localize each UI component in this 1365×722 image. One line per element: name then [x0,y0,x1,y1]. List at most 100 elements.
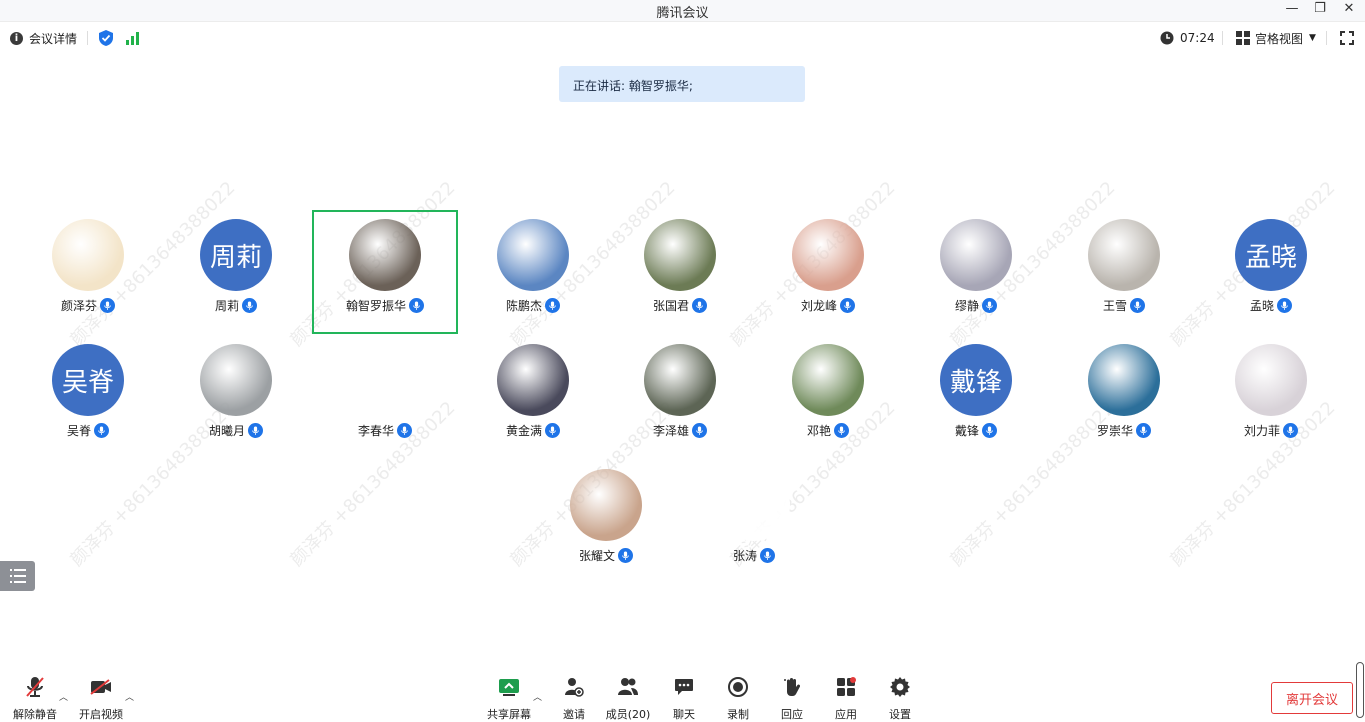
unmute-label: 解除静音 [13,708,57,721]
record-button[interactable]: 录制 [711,676,765,722]
avatar-photo [1088,344,1160,416]
participant-name: 刘力菲 [1243,424,1280,438]
participant-name-row: 罗崇华 [1051,422,1197,439]
participant-name-row: 陈鹏杰 [460,297,606,314]
timer-value: 07:24 [1180,31,1215,45]
window-title: 腾讯会议 [656,6,709,21]
mic-active-icon [982,423,997,438]
mic-active-icon [1136,423,1151,438]
participant-tile[interactable]: 缪静 [903,210,1049,334]
mic-active-icon [1283,423,1298,438]
participant-tile[interactable]: 吴脊 吴脊 [15,335,161,459]
mic-active-icon [409,298,424,313]
participant-name-row: 翰智罗振华 [312,297,458,314]
mic-active-icon [1277,298,1292,313]
avatar-photo [200,344,272,416]
participant-name-row: 张国君 [607,297,753,314]
reactions-label: 回应 [781,708,803,721]
avatar-photo [940,219,1012,291]
video-options-caret[interactable]: ︿ [125,690,134,703]
participant-name: 缪静 [954,299,979,313]
share-screen-label: 共享屏幕 [487,708,531,721]
participant-name: 张涛 [732,549,757,563]
participant-name-row: 戴锋 [903,422,1049,439]
participant-tile[interactable]: 刘力菲 [1198,335,1344,459]
close-button[interactable]: ✕ [1336,1,1362,16]
avatar-initials: 孟晓 [1235,219,1307,291]
participant-name: 孟晓 [1249,299,1274,313]
participant-name: 刘龙峰 [800,299,837,313]
participant-name-row: 颜泽芬 [15,297,161,314]
participant-tile[interactable]: 颜泽芬 [15,210,161,334]
chevron-down-icon: ▼ [1309,33,1316,43]
participant-name-row: 胡曦月 [163,422,309,439]
shield-check-icon[interactable] [99,29,113,47]
mic-active-icon [545,298,560,313]
participant-tile[interactable]: 张国君 [607,210,753,334]
participant-name-row: 吴脊 [15,422,161,439]
meeting-details-button[interactable]: i 会议详情 [10,29,77,47]
participant-tile[interactable]: 李泽雄 [607,335,753,459]
members-button[interactable]: 成员(20) [601,676,655,722]
list-icon [9,569,26,583]
participant-tile[interactable]: 黄金满 [460,335,606,459]
participant-name-row: 缪静 [903,297,1049,314]
toolbar-scroll-indicator[interactable] [1356,662,1364,718]
participant-tile[interactable]: 周莉 周莉 [163,210,309,334]
members-label: 成员(20) [605,708,651,721]
avatar-initials: 戴锋 [940,344,1012,416]
participant-name-row: 周莉 [163,297,309,314]
meeting-toolbar: 解除静音 ︿ 开启视频 ︿ 共享屏幕 ︿ 邀请 成员(20) 聊天 录制 回应 … [0,672,1365,722]
participant-name: 黄金满 [505,424,542,438]
participant-name-row: 刘力菲 [1198,422,1344,439]
avatar-initials: 吴脊 [52,344,124,416]
participant-name: 胡曦月 [208,424,245,438]
unmute-button[interactable]: 解除静音 [8,676,62,722]
participant-name: 张耀文 [578,549,615,563]
reactions-button[interactable]: 回应 [765,676,819,722]
participant-name-row: 张涛 [681,547,827,564]
settings-label: 设置 [889,708,911,721]
participant-tile[interactable]: 张涛 [681,460,827,584]
participant-tile[interactable]: 李春华 [312,335,458,459]
active-speaker-banner: 正在讲话: 翰智罗振华; [559,66,805,102]
participant-tile[interactable]: 邓艳 [755,335,901,459]
mic-active-icon [94,423,109,438]
participant-name-row: 刘龙峰 [755,297,901,314]
share-options-caret[interactable]: ︿ [533,690,542,703]
mic-active-icon [840,298,855,313]
mic-active-icon [100,298,115,313]
mic-active-icon [397,423,412,438]
participant-list-toggle[interactable] [0,561,35,591]
participant-tile[interactable]: 王雪 [1051,210,1197,334]
restore-button[interactable]: ❐ [1307,1,1333,16]
leave-meeting-button[interactable]: 离开会议 [1271,682,1353,714]
signal-bars-icon[interactable] [126,29,141,47]
participant-tile[interactable]: 陈鹏杰 [460,210,606,334]
apps-button[interactable]: 应用 [819,676,873,722]
hand-wave-icon [780,676,804,698]
participant-tile[interactable]: 张耀文 [533,460,679,584]
meeting-timer: 07:24 [1160,29,1215,47]
participant-name: 李泽雄 [652,424,689,438]
minimize-button[interactable]: — [1279,1,1305,16]
fullscreen-icon[interactable] [1340,29,1354,47]
view-mode-dropdown[interactable]: 宫格视图 ▼ [1236,29,1316,47]
audio-options-caret[interactable]: ︿ [59,690,68,703]
settings-button[interactable]: 设置 [873,676,927,722]
participant-name-row: 李泽雄 [607,422,753,439]
participant-tile[interactable]: 胡曦月 [163,335,309,459]
start-video-button[interactable]: 开启视频 [74,676,128,722]
invite-button[interactable]: 邀请 [547,676,601,722]
participant-tile[interactable]: 孟晓 孟晓 [1198,210,1344,334]
share-screen-button[interactable]: 共享屏幕 [482,676,536,722]
participant-tile[interactable]: 戴锋 戴锋 [903,335,1049,459]
participant-tile[interactable]: 刘龙峰 [755,210,901,334]
mic-active-icon [834,423,849,438]
participant-tile[interactable]: 罗崇华 [1051,335,1197,459]
participant-tile[interactable]: 翰智罗振华 [312,210,458,334]
avatar-photo [1088,219,1160,291]
chat-button[interactable]: 聊天 [657,676,711,722]
participant-name-row: 邓艳 [755,422,901,439]
add-user-icon [562,676,586,698]
